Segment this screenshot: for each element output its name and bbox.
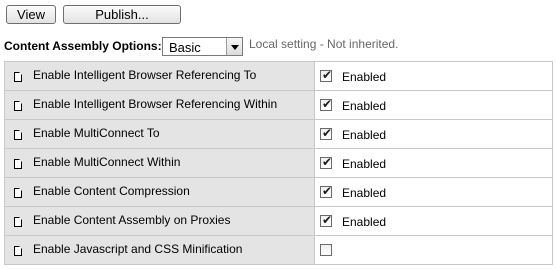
setting-label: Enable MultiConnect To xyxy=(33,126,160,140)
setting-label: Enable Javascript and CSS Minification xyxy=(33,242,243,256)
setting-row: Enable Content Compression ✔ Enabled xyxy=(4,177,553,207)
setting-checkbox[interactable]: ✔ xyxy=(320,126,333,140)
select-value: Basic xyxy=(169,40,201,55)
document-icon xyxy=(14,246,22,256)
setting-label: Enable Intelligent Browser Referencing W… xyxy=(33,97,278,111)
checkmark-icon: ✔ xyxy=(322,213,333,227)
setting-checkbox[interactable]: ✔ xyxy=(320,213,333,227)
setting-row: Enable Intelligent Browser Referencing T… xyxy=(4,61,553,91)
setting-label: Enable Intelligent Browser Referencing T… xyxy=(33,68,257,82)
setting-value-text: Enabled xyxy=(342,186,387,200)
setting-value-text: Enabled xyxy=(342,70,387,84)
document-icon xyxy=(14,130,22,140)
content-assembly-options: Content Assembly Options: Basic Local se… xyxy=(4,36,552,57)
setting-checkbox[interactable]: ✔ xyxy=(320,97,333,111)
setting-row: Enable MultiConnect Within ✔ Enabled xyxy=(4,148,553,178)
local-setting-note: Local setting - Not inherited. xyxy=(249,37,399,51)
setting-checkbox[interactable] xyxy=(320,244,332,256)
checkmark-icon: ✔ xyxy=(322,184,333,198)
setting-value-cell xyxy=(314,235,553,265)
setting-name-cell: Enable Content Compression xyxy=(4,177,315,207)
setting-label: Enable MultiConnect Within xyxy=(33,155,181,169)
setting-row: Enable Javascript and CSS Minification xyxy=(4,235,553,265)
setting-label: Enable Content Assembly on Proxies xyxy=(33,213,231,227)
setting-value-cell: ✔ Enabled xyxy=(314,206,553,236)
setting-value-text: Enabled xyxy=(342,99,387,113)
setting-row: Enable MultiConnect To ✔ Enabled xyxy=(4,119,553,149)
setting-value-cell: ✔ Enabled xyxy=(314,61,553,91)
setting-name-cell: Enable Content Assembly on Proxies xyxy=(4,206,315,236)
checkmark-icon: ✔ xyxy=(322,68,333,82)
content-assembly-options-select[interactable]: Basic xyxy=(162,37,243,56)
setting-name-cell: Enable Intelligent Browser Referencing W… xyxy=(4,90,315,120)
setting-name-cell: Enable MultiConnect Within xyxy=(4,148,315,178)
setting-value-cell: ✔ Enabled xyxy=(314,90,553,120)
setting-value-cell: ✔ Enabled xyxy=(314,148,553,178)
view-button[interactable]: View xyxy=(6,5,56,24)
checkmark-icon: ✔ xyxy=(322,126,333,140)
setting-row: Enable Intelligent Browser Referencing W… xyxy=(4,90,553,120)
document-icon xyxy=(14,217,22,227)
setting-checkbox[interactable]: ✔ xyxy=(320,184,333,198)
setting-value-text: Enabled xyxy=(342,128,387,142)
setting-label: Enable Content Compression xyxy=(33,184,190,198)
setting-value-text: Enabled xyxy=(342,215,387,229)
document-icon xyxy=(14,72,22,82)
settings-table: Enable Intelligent Browser Referencing T… xyxy=(4,61,553,265)
document-icon xyxy=(14,101,22,111)
setting-name-cell: Enable Intelligent Browser Referencing T… xyxy=(4,61,315,91)
document-icon xyxy=(14,159,22,169)
setting-row: Enable Content Assembly on Proxies ✔ Ena… xyxy=(4,206,553,236)
checkmark-icon: ✔ xyxy=(322,155,333,169)
chevron-down-icon[interactable] xyxy=(226,38,242,55)
document-icon xyxy=(14,188,22,198)
setting-value-text: Enabled xyxy=(342,157,387,171)
setting-value-cell: ✔ Enabled xyxy=(314,119,553,149)
setting-name-cell: Enable MultiConnect To xyxy=(4,119,315,149)
setting-name-cell: Enable Javascript and CSS Minification xyxy=(4,235,315,265)
setting-value-cell: ✔ Enabled xyxy=(314,177,553,207)
setting-checkbox[interactable]: ✔ xyxy=(320,155,333,169)
publish-button[interactable]: Publish... xyxy=(63,5,181,24)
setting-checkbox[interactable]: ✔ xyxy=(320,68,333,82)
content-assembly-options-label: Content Assembly Options: xyxy=(4,39,162,53)
checkmark-icon: ✔ xyxy=(322,97,333,111)
